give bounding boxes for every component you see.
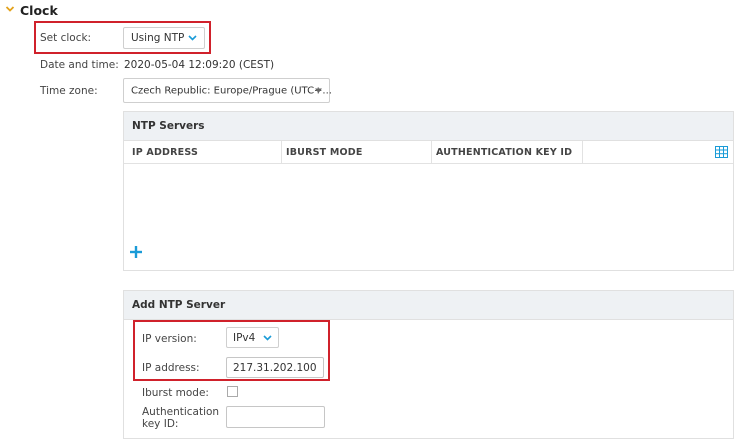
column-header-auth-key-id[interactable]: AUTHENTICATION KEY ID [436, 147, 572, 158]
set-clock-value: Using NTP [131, 32, 185, 44]
chevron-down-icon [263, 334, 272, 341]
section-title[interactable]: Clock [20, 3, 58, 18]
column-header-ip-address[interactable]: IP ADDRESS [132, 147, 198, 158]
chevron-down-icon[interactable] [5, 4, 15, 14]
auth-key-label-line1: Authentication [142, 406, 220, 418]
ntp-servers-header: NTP Servers [124, 112, 733, 141]
ntp-servers-panel: NTP Servers IP ADDRESS IBURST MODE AUTHE… [123, 111, 734, 271]
ntp-servers-title: NTP Servers [132, 120, 205, 132]
set-clock-select[interactable]: Using NTP [123, 27, 205, 49]
add-ntp-server-header: Add NTP Server [124, 291, 733, 320]
column-divider [281, 141, 282, 163]
column-divider [431, 141, 432, 163]
ip-version-value: IPv4 [233, 331, 256, 344]
time-zone-value: Czech Republic: Europe/Prague (UTC+... [131, 85, 332, 96]
auth-key-label: Authentication key ID: [142, 406, 219, 430]
chevron-down-icon [188, 35, 197, 41]
column-divider [582, 141, 583, 163]
ip-version-select[interactable]: IPv4 [226, 327, 279, 348]
plus-icon [130, 246, 142, 258]
ip-address-label: IP address: [142, 362, 200, 374]
auth-key-input[interactable] [226, 406, 325, 428]
add-ntp-server-button[interactable] [129, 245, 145, 261]
table-columns-icon[interactable] [715, 146, 728, 158]
date-time-label: Date and time: [40, 59, 119, 71]
iburst-mode-checkbox[interactable] [227, 386, 238, 397]
caret-down-icon [315, 88, 322, 93]
column-header-iburst-mode[interactable]: IBURST MODE [286, 147, 363, 158]
ntp-table-header-row: IP ADDRESS IBURST MODE AUTHENTICATION KE… [124, 141, 733, 164]
add-ntp-server-title: Add NTP Server [132, 299, 226, 311]
auth-key-label-line2: key ID: [142, 418, 179, 430]
date-time-value: 2020-05-04 12:09:20 (CEST) [124, 59, 275, 71]
set-clock-label: Set clock: [40, 32, 92, 44]
time-zone-label: Time zone: [40, 85, 98, 97]
iburst-mode-label: Iburst mode: [142, 387, 209, 399]
ip-version-label: IP version: [142, 333, 197, 345]
ip-address-input[interactable] [226, 357, 324, 378]
time-zone-select[interactable]: Czech Republic: Europe/Prague (UTC+... [123, 78, 332, 103]
